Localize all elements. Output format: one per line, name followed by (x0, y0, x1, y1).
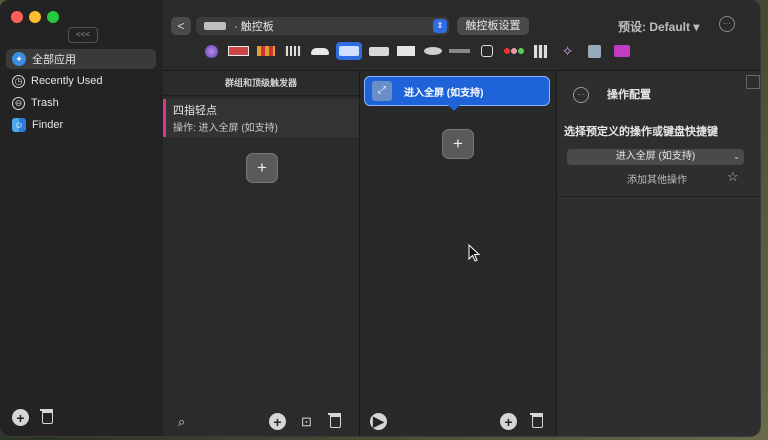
zoom-window-button[interactable] (47, 11, 59, 23)
add-action-bottom-button[interactable]: + (500, 413, 517, 430)
add-action-button[interactable]: + (442, 129, 474, 159)
device-grid-icon[interactable] (530, 42, 551, 60)
sidebar-item-recently-used[interactable]: ◷ Recently Used (6, 71, 156, 91)
device-select-label: · 触控板 (234, 21, 274, 33)
sidebar-toolbar: + (12, 409, 56, 426)
preset-select[interactable]: 预设: Default ▾ (618, 18, 699, 35)
device-star-icon[interactable]: ✧ (557, 42, 578, 60)
device-widget-icon[interactable] (584, 42, 605, 60)
divider (557, 196, 760, 197)
config-more-button[interactable]: ··· (573, 87, 589, 103)
close-window-button[interactable] (11, 11, 23, 23)
star-icon[interactable]: ☆ (727, 169, 739, 185)
delete-app-button[interactable] (39, 409, 56, 426)
actions-edit-toolbar: + (500, 413, 546, 430)
play-button[interactable]: ▶ (370, 413, 387, 430)
add-trigger-bottom-button[interactable]: + (269, 413, 286, 430)
sidebar-item-all-apps[interactable]: ✦ 全部应用 (6, 49, 156, 69)
search-icon[interactable]: ⌕ (173, 413, 190, 430)
device-remote-icon[interactable] (476, 42, 497, 60)
chevron-down-icon: ⌄ (733, 152, 740, 161)
device-drawing-icon[interactable] (395, 42, 416, 60)
triggers-column-title: 群组和顶级触发器 (163, 71, 359, 96)
recent-icon: ◷ (12, 74, 25, 88)
predefined-action-label: 选择预定义的操作或键盘快捷键 (564, 126, 718, 138)
trash-icon (328, 413, 341, 428)
mouse-cursor-icon (468, 244, 480, 262)
add-app-button[interactable]: + (12, 409, 29, 426)
sidebar-item-label: Trash (31, 97, 59, 109)
add-trigger-button[interactable]: + (246, 153, 278, 183)
device-keyboard-icon[interactable] (282, 42, 303, 60)
finder-icon: ☺ (12, 118, 26, 132)
selected-action-label: 进入全屏 (如支持) (615, 151, 696, 162)
sidebar-item-trash[interactable]: ⊖ Trash (6, 93, 156, 113)
toolbar: < · 触控板 ⇕ 触控板设置 预设: Default ▾ ··· ✧ (163, 0, 760, 71)
device-mouse-icon[interactable] (309, 42, 330, 60)
trackpad-settings-button[interactable]: 触控板设置 (457, 17, 529, 35)
device-stream-deck-icon[interactable] (611, 42, 632, 60)
action-row[interactable]: ⤢ 进入全屏 (如支持) (364, 76, 550, 106)
trash-icon (40, 409, 53, 424)
device-trackpad-icon[interactable] (336, 42, 362, 60)
triggers-column: 群组和顶级触发器 四指轻点 操作: 进入全屏 (如支持) + ⌕ + ⊡ (163, 71, 360, 436)
back-button[interactable]: < (171, 17, 191, 35)
chevron-updown-icon: ⇕ (433, 19, 447, 33)
device-touchbar-strip-icon[interactable] (449, 42, 470, 60)
delete-action-button[interactable] (529, 413, 546, 430)
device-touchbar-icon[interactable] (228, 42, 249, 60)
all-apps-icon: ✦ (12, 52, 26, 66)
trigger-row[interactable]: 四指轻点 操作: 进入全屏 (如支持) (163, 99, 359, 137)
device-color-dots-icon[interactable] (503, 42, 524, 60)
action-config-panel: ··· 操作配置 选择预定义的操作或键盘快捷键 进入全屏 (如支持) ⌄ 添加其… (557, 71, 760, 436)
device-keyboard-shortcut-icon[interactable] (255, 42, 276, 60)
action-pointer (448, 105, 460, 111)
sidebar-item-label: Finder (32, 119, 64, 131)
config-header: ··· 操作配置 (557, 79, 760, 103)
action-label: 进入全屏 (如支持) (404, 87, 484, 99)
actions-toolbar: ▶ (370, 413, 387, 430)
sidebar: <<< ✦ 全部应用 ◷ Recently Used ⊖ Trash ☺ Fin… (0, 0, 164, 436)
new-folder-icon[interactable]: ⊡ (298, 413, 315, 430)
triggers-actions-toolbar: + ⊡ (269, 413, 344, 430)
fullscreen-icon: ⤢ (372, 81, 392, 101)
delete-trigger-button[interactable] (327, 413, 344, 430)
collapse-sidebar-button[interactable]: <<< (68, 27, 98, 43)
device-magic-mouse-icon[interactable] (422, 42, 443, 60)
sidebar-item-label: Recently Used (31, 75, 103, 87)
trash-icon: ⊖ (12, 96, 25, 110)
device-type-bar: ✧ (201, 42, 632, 60)
sidebar-item-finder[interactable]: ☺ Finder (6, 115, 156, 135)
device-select[interactable]: · 触控板 ⇕ (196, 17, 449, 35)
trackpad-icon (204, 22, 226, 30)
trigger-name: 四指轻点 (173, 105, 217, 117)
config-title: 操作配置 (607, 89, 651, 101)
trigger-action-summary: 操作: 进入全屏 (如支持) (173, 123, 278, 134)
device-trackpad-alt-icon[interactable] (368, 42, 389, 60)
more-options-button[interactable]: ··· (719, 16, 735, 32)
predefined-action-select[interactable]: 进入全屏 (如支持) ⌄ (567, 149, 744, 165)
device-siri-icon[interactable] (201, 42, 222, 60)
triggers-toolbar: ⌕ (173, 413, 190, 430)
app-window: <<< ✦ 全部应用 ◷ Recently Used ⊖ Trash ☺ Fin… (0, 0, 760, 436)
trash-icon (530, 413, 543, 428)
actions-column: ⤢ 进入全屏 (如支持) + ▶ + (360, 71, 557, 436)
sidebar-item-label: 全部应用 (32, 54, 76, 66)
minimize-window-button[interactable] (29, 11, 41, 23)
